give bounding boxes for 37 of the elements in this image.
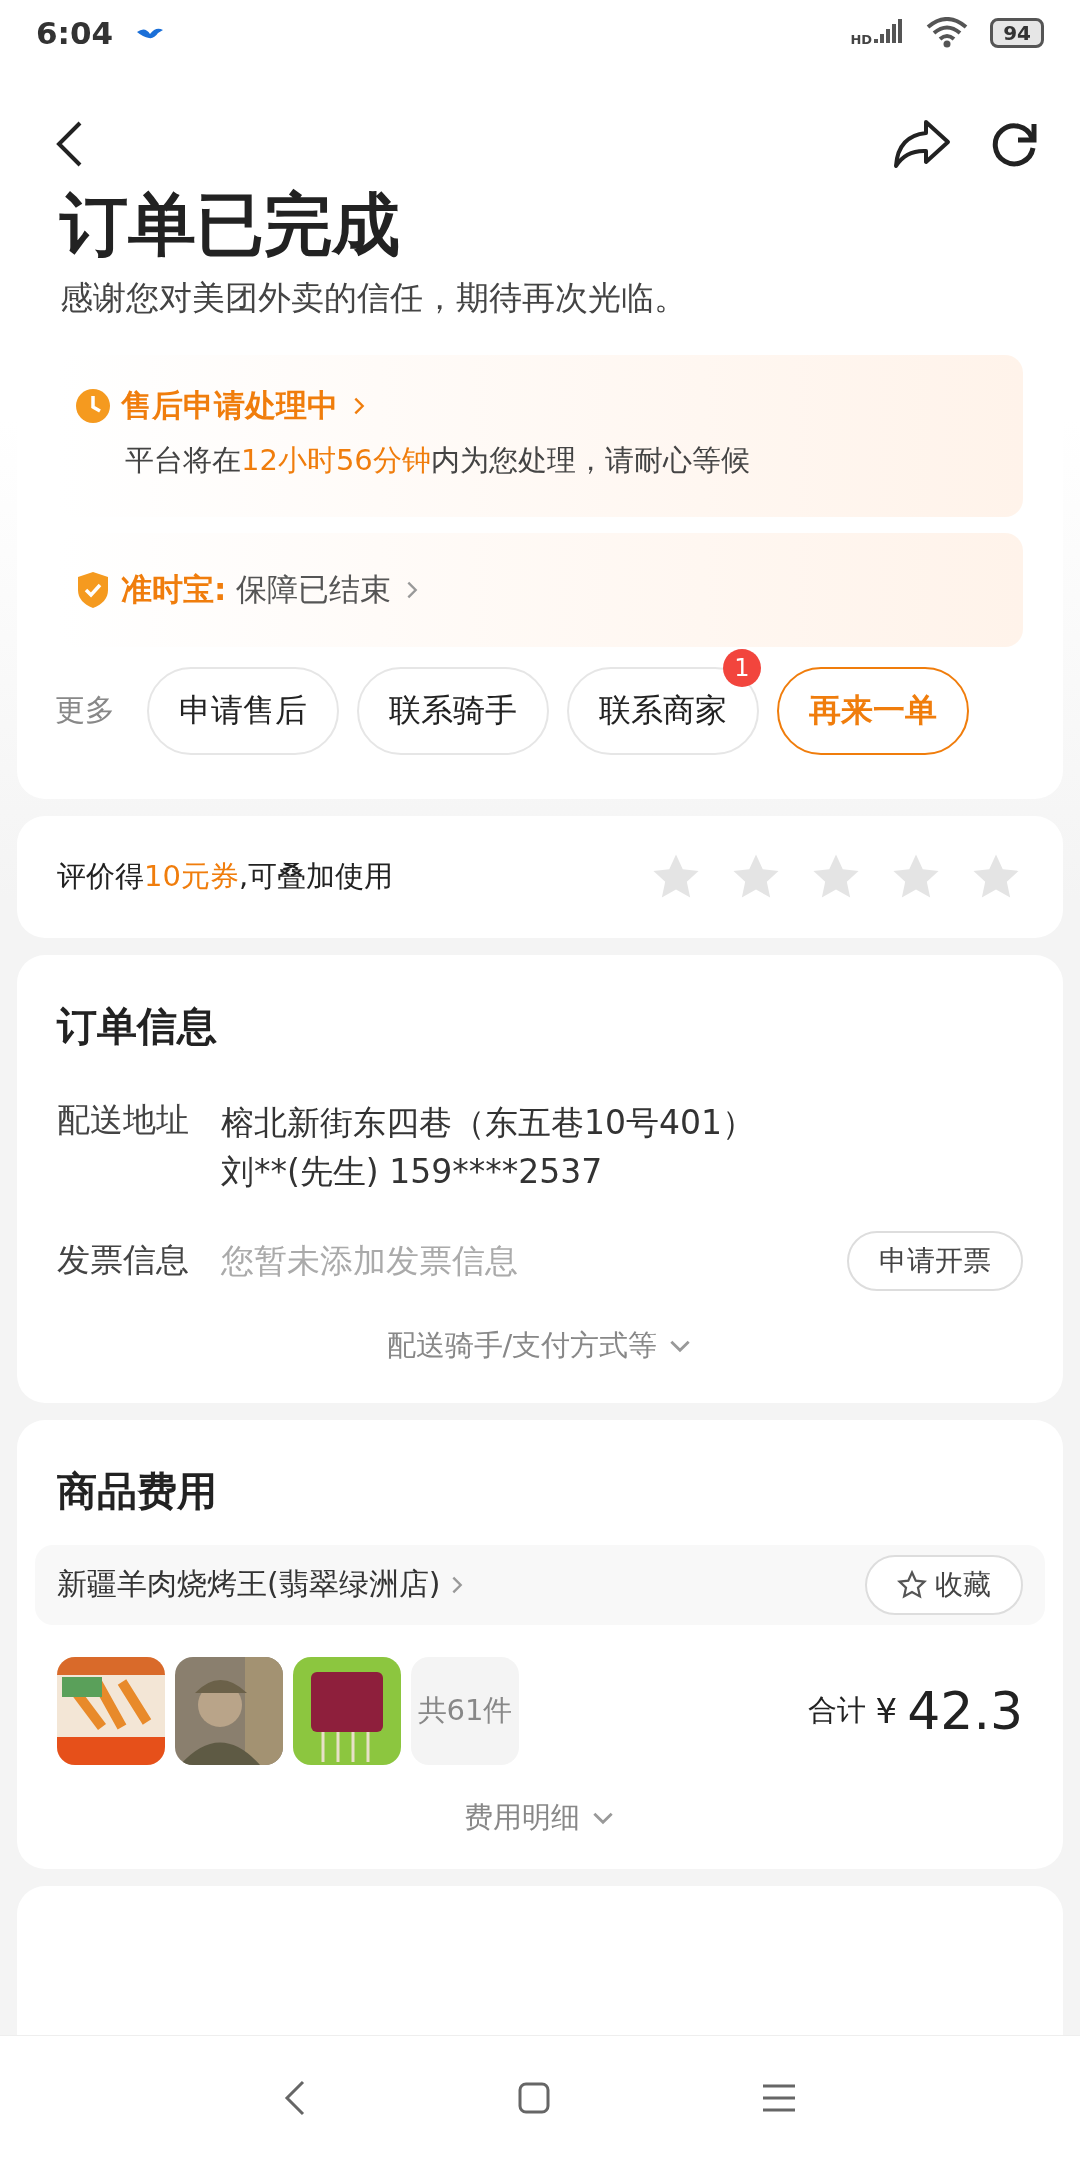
- status-time: 6:04: [36, 15, 114, 51]
- total-label: 合计: [807, 1691, 866, 1729]
- back-icon[interactable]: [54, 120, 84, 168]
- section-title: 商品费用: [57, 1466, 218, 1516]
- fee-details-button[interactable]: 费用明细: [458, 1796, 622, 1839]
- invoice-button[interactable]: 申请开票: [847, 1230, 1023, 1291]
- total-amount: 42.3: [907, 1680, 1023, 1741]
- star-icon: [897, 1569, 927, 1600]
- clock-icon: [75, 387, 111, 424]
- invoice-status-text: 您暂未添加发票信息: [221, 1239, 519, 1282]
- expand-details-button[interactable]: 配送骑手/支付方式等: [380, 1324, 700, 1367]
- favorite-button[interactable]: 收藏: [865, 1554, 1023, 1615]
- notification-badge: 1: [723, 648, 761, 687]
- thank-you-text: 感谢您对美团外卖的信任，期待再次光临。: [60, 276, 688, 319]
- store-name-link[interactable]: 新疆羊肉烧烤王(翡翠绿洲店): [57, 1564, 469, 1606]
- info-label: 发票信息: [57, 1239, 189, 1282]
- more-label: 更多: [55, 691, 115, 730]
- share-icon[interactable]: [892, 118, 952, 170]
- review-reward-text: 评价得10元券,可叠加使用: [57, 857, 394, 895]
- shield-icon: [75, 569, 111, 610]
- section-title: 订单信息: [57, 1001, 218, 1051]
- home-icon[interactable]: [517, 2081, 551, 2115]
- info-label: 配送地址: [57, 1098, 189, 1141]
- processing-time-text: 平台将在12小时56分钟内为您处理，请耐心等候: [124, 441, 751, 479]
- currency-symbol: ¥: [875, 1690, 898, 1731]
- menu-icon[interactable]: [761, 2083, 797, 2113]
- guarantee-status-link[interactable]: 保障已结束: [236, 568, 392, 611]
- item-count: 共61件: [411, 1656, 519, 1765]
- page-title: 订单已完成: [60, 184, 401, 266]
- wifi-icon: [926, 17, 969, 49]
- battery-indicator: 94: [990, 18, 1044, 48]
- guarantee-label: 准时宝:: [121, 569, 227, 609]
- action-button[interactable]: 联系骑手: [357, 666, 549, 755]
- network-label: HD: [850, 32, 873, 47]
- action-button[interactable]: 申请售后: [147, 666, 339, 755]
- address-text: 刘**(先生) 159****2537: [221, 1151, 604, 1194]
- address-text: 榕北新街东四巷（东五巷10号401）: [221, 1101, 756, 1144]
